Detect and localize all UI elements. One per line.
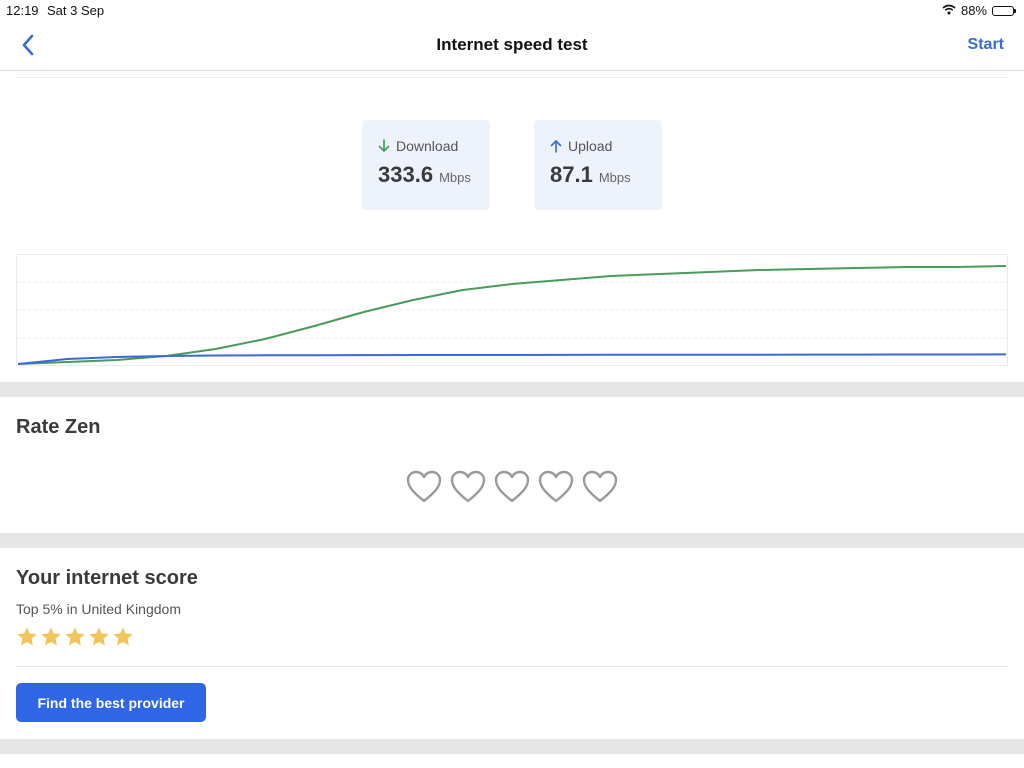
star-icon — [41, 627, 61, 652]
find-provider-button[interactable]: Find the best provider — [16, 683, 206, 722]
divider — [16, 666, 1008, 667]
score-title: Your internet score — [16, 567, 198, 589]
download-card: Download 333.6 Mbps — [362, 120, 490, 210]
heart-outline-icon — [494, 470, 530, 503]
status-bar: 12:19 Sat 3 Sep 88% — [0, 0, 1024, 20]
section-separator — [0, 382, 1024, 397]
chart-series-line-2 — [17, 353, 1007, 365]
wifi-icon — [942, 3, 956, 18]
status-time: 12:19 — [6, 3, 39, 18]
upload-value: 87.1 — [550, 162, 593, 187]
heart-rating-button-1[interactable] — [406, 469, 442, 505]
heart-rating-button-2[interactable] — [450, 469, 486, 505]
heart-outline-icon — [538, 470, 574, 503]
score-subtitle: Top 5% in United Kingdom — [16, 601, 181, 617]
start-button[interactable]: Start — [968, 36, 1004, 54]
page-title: Internet speed test — [436, 35, 588, 54]
hearts-row — [406, 469, 618, 505]
heart-outline-icon — [582, 470, 618, 503]
star-icon — [17, 627, 37, 652]
arrow-up-icon — [550, 140, 562, 153]
nav-bar: Internet speed test Start — [0, 20, 1024, 71]
heart-rating-button-5[interactable] — [582, 469, 618, 505]
star-icon — [113, 627, 133, 652]
upload-unit: Mbps — [598, 170, 631, 185]
download-unit: Mbps — [439, 170, 471, 185]
upload-label: Upload — [568, 138, 613, 154]
star-icon — [65, 627, 85, 652]
battery-percent: 88% — [960, 3, 987, 18]
section-separator — [0, 533, 1024, 548]
chart-series-line-1 — [17, 265, 1007, 365]
status-right: 88% — [942, 3, 1016, 18]
download-value: 333.6 — [378, 162, 434, 187]
heart-outline-icon — [450, 470, 486, 503]
rate-title: Rate Zen — [16, 416, 101, 438]
heart-rating-button-3[interactable] — [494, 469, 530, 505]
download-label: Download — [396, 138, 459, 154]
status-date: Sat 3 Sep — [47, 3, 105, 18]
heart-outline-icon — [406, 470, 442, 503]
divider — [16, 77, 1008, 78]
section-separator — [0, 739, 1024, 754]
star-icon — [89, 627, 109, 652]
speed-chart — [16, 254, 1008, 366]
battery-icon — [992, 5, 1016, 16]
upload-card: Upload 87.1 Mbps — [534, 120, 662, 210]
stars-row — [17, 627, 133, 652]
heart-rating-button-4[interactable] — [538, 469, 574, 505]
arrow-down-icon — [378, 139, 390, 152]
